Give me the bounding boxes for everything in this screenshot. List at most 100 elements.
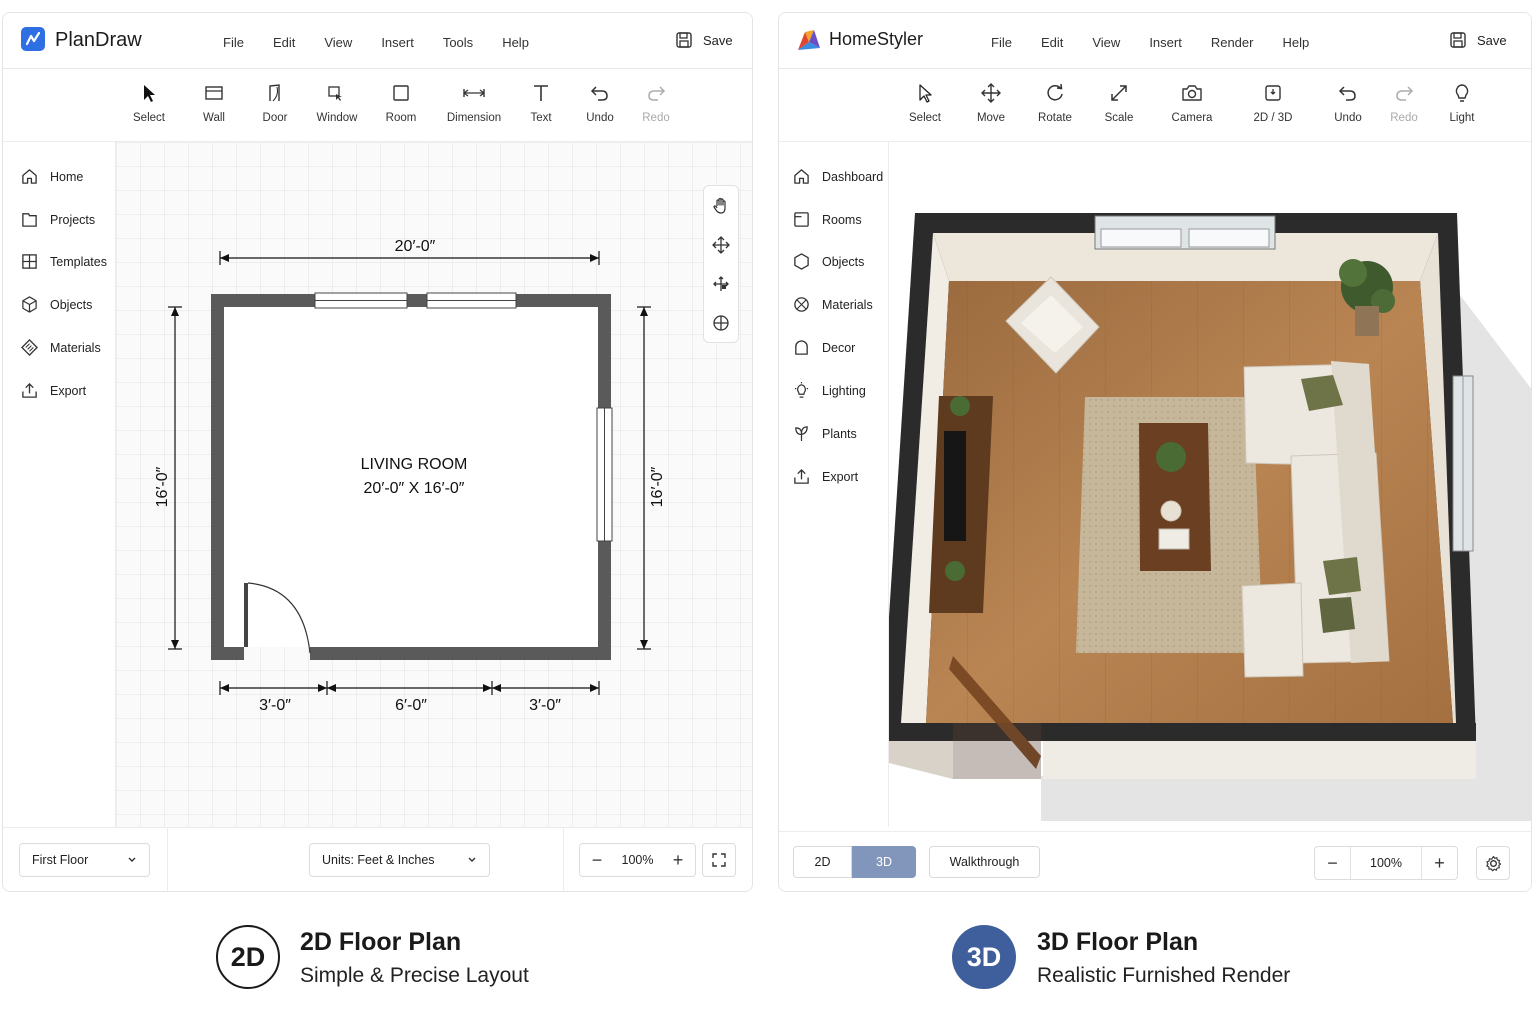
units-select[interactable]: Units: Feet & Inches [309, 843, 490, 877]
save-button[interactable]: Save [675, 31, 733, 49]
tool-rotate[interactable]: Rotate [1023, 83, 1087, 126]
menu-edit[interactable]: Edit [1041, 35, 1063, 50]
tool-undo[interactable]: Undo [568, 83, 632, 126]
camera-icon [1182, 85, 1202, 101]
homestyler-toolbar: Select Move Rotate Scale Camera 2D / 3D … [779, 69, 1531, 142]
zoom-in-button[interactable]: + [1421, 847, 1457, 879]
tool-label: Redo [1390, 112, 1418, 124]
window-3d-back[interactable] [1094, 215, 1276, 250]
sidebar-item-objects[interactable]: Objects [21, 296, 92, 313]
menu-view[interactable]: View [1092, 35, 1120, 50]
tool-text[interactable]: Text [509, 83, 573, 126]
tool-wall[interactable]: Wall [182, 83, 246, 126]
chevron-down-icon [468, 857, 476, 862]
sidebar-item-templates[interactable]: Templates [21, 253, 107, 270]
tool-move[interactable]: Move [959, 83, 1023, 126]
zoom-control: − 100% + [579, 843, 696, 877]
sidebar-item-plants[interactable]: Plants [793, 425, 857, 442]
tool-scale[interactable]: Scale [1087, 83, 1151, 126]
menu-tools[interactable]: Tools [443, 35, 473, 50]
menu-help[interactable]: Help [1282, 35, 1309, 50]
tool-label: Select [909, 112, 941, 124]
snap-button[interactable] [704, 264, 738, 303]
sidebar-item-objects[interactable]: Objects [793, 253, 864, 270]
tool-2d-3d[interactable]: 2D / 3D [1241, 83, 1305, 126]
gear-icon [1485, 855, 1501, 871]
window-top-right[interactable] [426, 292, 517, 309]
save-button[interactable]: Save [1449, 31, 1507, 49]
fullscreen-button[interactable] [702, 843, 736, 877]
center-view-button[interactable] [704, 303, 738, 342]
window-top-left[interactable] [314, 292, 408, 309]
zoom-control: − 100% + [1314, 846, 1458, 880]
window-right[interactable] [596, 407, 613, 542]
pan-hand-button[interactable] [704, 186, 738, 225]
tool-label: Undo [586, 112, 614, 124]
sidebar-label: Export [50, 383, 87, 398]
decor-icon [795, 340, 808, 355]
render-3d-viewport[interactable] [889, 142, 1531, 827]
tool-dimension[interactable]: Dimension [442, 83, 506, 126]
zoom-in-button[interactable]: + [661, 844, 695, 876]
home-icon [22, 169, 37, 184]
tool-label: Scale [1104, 112, 1134, 124]
sidebar-label: Materials [50, 340, 101, 355]
room-icon [393, 85, 409, 101]
view-tab-3d[interactable]: 3D [852, 846, 916, 878]
settings-button[interactable] [1476, 846, 1510, 880]
sidebar-item-lighting[interactable]: Lighting [793, 382, 866, 399]
move-button[interactable] [704, 225, 738, 264]
units-select-value: Units: Feet & Inches [322, 853, 435, 867]
tool-window[interactable]: Window [305, 83, 369, 126]
menu-insert[interactable]: Insert [1149, 35, 1182, 50]
tool-redo[interactable]: Redo [1372, 83, 1436, 126]
cube-icon [22, 296, 37, 313]
tool-label: Window [316, 112, 358, 124]
tool-undo[interactable]: Undo [1316, 83, 1380, 126]
app-name: PlanDraw [55, 29, 142, 51]
plan-canvas[interactable]: 20′-0″ 16′-0″ 16′-0″ LIVING ROOM 20′-0″ … [116, 142, 752, 827]
sidebar-item-projects[interactable]: Projects [21, 211, 95, 228]
menu-render[interactable]: Render [1211, 35, 1254, 50]
sidebar-item-export[interactable]: Export [21, 382, 86, 399]
menu-help[interactable]: Help [502, 35, 529, 50]
tool-select[interactable]: Select [893, 83, 957, 126]
walkthrough-button[interactable]: Walkthrough [929, 846, 1040, 878]
move-icon [712, 235, 730, 254]
tool-light[interactable]: Light [1430, 83, 1494, 126]
door-icon [269, 84, 280, 102]
tool-label: Move [976, 112, 1006, 124]
window-3d-right[interactable] [1452, 375, 1474, 552]
menu-view[interactable]: View [324, 35, 352, 50]
sidebar-item-materials[interactable]: Materials [793, 296, 873, 313]
menu-file[interactable]: File [223, 35, 244, 50]
menu-file[interactable]: File [991, 35, 1012, 50]
tool-door[interactable]: Door [243, 83, 307, 126]
sidebar-label: Export [822, 469, 859, 484]
zoom-out-button[interactable]: − [1315, 847, 1351, 879]
plandraw-logo-icon [21, 27, 45, 51]
homestyler-bottom-bar: 2D 3D Walkthrough − 100% + [779, 831, 1531, 891]
room-walls[interactable] [211, 294, 611, 660]
sidebar-item-dashboard[interactable]: Dashboard [793, 168, 883, 185]
floor-select[interactable]: First Floor [19, 843, 150, 877]
target-icon [713, 314, 729, 331]
zoom-out-button[interactable]: − [580, 844, 614, 876]
dimension-top-label: 20′-0″ [395, 238, 436, 255]
tool-redo[interactable]: Redo [624, 83, 688, 126]
menu-edit[interactable]: Edit [273, 35, 295, 50]
redo-icon [648, 86, 666, 101]
sidebar-item-rooms[interactable]: Rooms [793, 211, 862, 228]
tool-camera[interactable]: Camera [1160, 83, 1224, 126]
tool-select[interactable]: Select [117, 83, 181, 126]
sidebar-item-export[interactable]: Export [793, 468, 858, 485]
floor-plan-drawing: 20′-0″ 16′-0″ 16′-0″ LIVING ROOM 20′-0″ … [154, 238, 666, 714]
tool-label: Select [133, 112, 165, 124]
view-tab-2d[interactable]: 2D [793, 846, 852, 878]
tool-room[interactable]: Room [369, 83, 433, 126]
sidebar-item-home[interactable]: Home [21, 168, 83, 185]
tv-console[interactable] [929, 396, 993, 613]
sidebar-item-decor[interactable]: Decor [793, 339, 855, 356]
sidebar-item-materials[interactable]: Materials [21, 339, 101, 356]
menu-insert[interactable]: Insert [381, 35, 414, 50]
